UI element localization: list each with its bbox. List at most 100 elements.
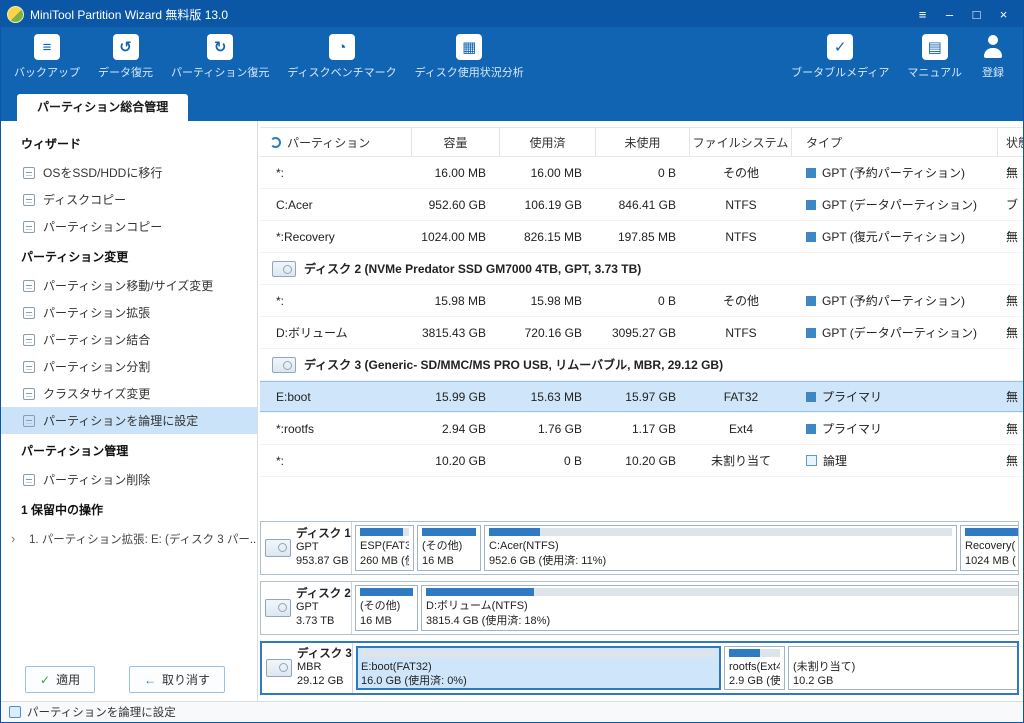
partition-block-label: (未割り当て): [793, 660, 1017, 674]
cell: 10.20 GB: [596, 445, 690, 476]
cell: Ext4: [690, 413, 792, 444]
cell-status: 無: [998, 445, 1023, 476]
refresh-icon[interactable]: [270, 137, 281, 148]
disk-info[interactable]: ディスク 3MBR29.12 GB: [262, 643, 353, 693]
cell: 15.98 MB: [412, 285, 500, 316]
partition-block[interactable]: Recovery(1024 MB (: [960, 525, 1018, 571]
toolbar-item-partition-recovery[interactable]: ↻パーティション復元: [162, 34, 278, 80]
partition-type-label: GPT (予約パーティション): [822, 164, 965, 181]
partition-block[interactable]: C:Acer(NTFS)952.6 GB (使用済: 11%): [484, 525, 957, 571]
cell-status: 無: [998, 285, 1023, 316]
toolbar-item-bootable-media[interactable]: ✓ブータブルメディア: [782, 34, 898, 80]
sidebar-item[interactable]: パーティション分割: [1, 353, 257, 380]
disk-info[interactable]: ディスク 2GPT3.73 TB: [261, 582, 352, 634]
partition-type-label: GPT (復元パーティション): [822, 228, 965, 245]
minimize-button[interactable]: –: [936, 3, 963, 25]
disk-strip[interactable]: ディスク 3MBR29.12 GBE:boot(FAT32)16.0 GB (使…: [260, 641, 1019, 695]
toolbar-right-group: ✓ブータブルメディア▤マニュアル登録: [782, 34, 1015, 80]
partition-row[interactable]: *:15.98 MB15.98 MB0 Bその他GPT (予約パーティション)無: [260, 285, 1023, 317]
partition-type-square: [806, 455, 817, 466]
column-header[interactable]: パーティション: [260, 128, 412, 156]
cell-status: 無: [998, 381, 1023, 412]
cell: *:Recovery: [260, 221, 412, 252]
disk-info[interactable]: ディスク 1GPT953.87 GB: [261, 522, 352, 574]
cell: NTFS: [690, 317, 792, 348]
partition-block[interactable]: (その他)16 MB: [355, 585, 418, 631]
partition-type-label: プライマリ: [822, 420, 882, 437]
disk-header-row[interactable]: ディスク 2 (NVMe Predator SSD GM7000 4TB, GP…: [260, 253, 1023, 285]
partition-row[interactable]: *:10.20 GB0 B10.20 GB未割り当て論理無: [260, 445, 1023, 477]
sidebar-item[interactable]: クラスタサイズ変更: [1, 380, 257, 407]
disk-icon: [266, 659, 292, 677]
chevron-right-icon[interactable]: ›: [11, 531, 21, 546]
menu-icon[interactable]: ≡: [909, 3, 936, 25]
partition-row[interactable]: *:16.00 MB16.00 MB0 Bその他GPT (予約パーティション)無: [260, 157, 1023, 189]
disk-strip[interactable]: ディスク 1GPT953.87 GBESP(FAT32260 MB (使(その他…: [260, 521, 1019, 575]
cell: 197.85 MB: [596, 221, 690, 252]
column-header[interactable]: タイプ: [792, 128, 998, 156]
toolbar-item-space-analyzer[interactable]: ▦ディスク使用状況分析: [406, 34, 533, 80]
disk-strip[interactable]: ディスク 2GPT3.73 TB(その他)16 MBD:ボリューム(NTFS)3…: [260, 581, 1019, 635]
sidebar-item[interactable]: ›1. パーティション拡張: E: (ディスク 3 パー...: [1, 525, 257, 552]
sidebar-item[interactable]: パーティション移動/サイズ変更: [1, 272, 257, 299]
cell-status: ブ: [998, 189, 1023, 220]
usage-bar: [360, 528, 409, 536]
cell: 1.17 GB: [596, 413, 690, 444]
partition-row[interactable]: E:boot15.99 GB15.63 MB15.97 GBFAT32プライマリ…: [260, 381, 1023, 413]
sidebar-item[interactable]: ディスクコピー: [1, 186, 257, 213]
status-text: パーティションを論理に設定: [27, 704, 176, 720]
column-header-label: パーティション: [287, 134, 370, 151]
sidebar-item[interactable]: OSをSSD/HDDに移行: [1, 159, 257, 186]
partition-block-label: D:ボリューム(NTFS): [426, 599, 1018, 614]
column-header[interactable]: ファイルシステム: [690, 128, 792, 156]
column-header[interactable]: 使用済: [500, 128, 596, 156]
disk-header-row[interactable]: ディスク 3 (Generic- SD/MMC/MS PRO USB, リムーバ…: [260, 349, 1023, 381]
partition-block-label: ESP(FAT32: [360, 539, 409, 554]
partition-block[interactable]: D:ボリューム(NTFS)3815.4 GB (使用済: 18%): [421, 585, 1018, 631]
cell: *:: [260, 157, 412, 188]
disk-size: 953.87 GB: [296, 555, 351, 569]
sidebar-item[interactable]: パーティション拡張: [1, 299, 257, 326]
partition-row[interactable]: D:ボリューム3815.43 GB720.16 GB3095.27 GBNTFS…: [260, 317, 1023, 349]
partition-row[interactable]: *:Recovery1024.00 MB826.15 MB197.85 MBNT…: [260, 221, 1023, 253]
cell: 3815.43 GB: [412, 317, 500, 348]
column-header[interactable]: 状態: [998, 128, 1023, 156]
toolbar-item-disk-benchmark[interactable]: ◔ディスクベンチマーク: [278, 34, 405, 80]
toolbar-item-data-recovery[interactable]: ↺データ復元: [89, 34, 162, 80]
status-bar: パーティションを論理に設定: [1, 701, 1023, 722]
partition-row[interactable]: *:rootfs2.94 GB1.76 GB1.17 GBExt4プライマリ無: [260, 413, 1023, 445]
partition-block[interactable]: (未割り当て)10.2 GB: [788, 646, 1017, 690]
undo-button[interactable]: ← 取り消す: [129, 666, 225, 693]
sidebar-section-header: パーティション管理: [1, 434, 257, 466]
partition-row[interactable]: C:Acer952.60 GB106.19 GB846.41 GBNTFSGPT…: [260, 189, 1023, 221]
titlebar: MiniTool Partition Wizard 無料版 13.0 ≡ – □…: [1, 1, 1023, 27]
partition-block[interactable]: ESP(FAT32260 MB (使: [355, 525, 414, 571]
apply-button[interactable]: ✓ 適用: [25, 666, 95, 693]
usage-bar: [965, 528, 1018, 536]
sidebar-item[interactable]: パーティション削除: [1, 466, 257, 493]
cell: 15.98 MB: [500, 285, 596, 316]
sidebar-item-label: パーティションコピー: [43, 218, 162, 235]
cell: 0 B: [596, 157, 690, 188]
maximize-button[interactable]: □: [963, 3, 990, 25]
toolbar-item-label: 登録: [982, 64, 1004, 80]
partition-block[interactable]: E:boot(FAT32)16.0 GB (使用済: 0%): [356, 646, 721, 690]
sidebar-item[interactable]: パーティションを論理に設定: [1, 407, 257, 434]
tab-partition-management[interactable]: パーティション総合管理: [17, 94, 188, 121]
close-button[interactable]: ×: [990, 3, 1017, 25]
partition-type-label: GPT (データパーティション): [822, 196, 977, 213]
column-header[interactable]: 容量: [412, 128, 500, 156]
sidebar-item[interactable]: パーティションコピー: [1, 213, 257, 240]
cell-type: GPT (復元パーティション): [792, 221, 998, 252]
column-header-label: ファイルシステム: [693, 134, 789, 151]
backup-icon: ≡: [34, 34, 60, 60]
partition-block[interactable]: (その他)16 MB: [417, 525, 481, 571]
toolbar-item-register[interactable]: 登録: [971, 34, 1015, 80]
toolbar-item-backup[interactable]: ≡バックアップ: [5, 34, 89, 80]
column-header[interactable]: 未使用: [596, 128, 690, 156]
toolbar-item-manual[interactable]: ▤マニュアル: [898, 34, 971, 80]
partition-block-label: (その他): [360, 599, 413, 614]
sidebar-item[interactable]: パーティション結合: [1, 326, 257, 353]
partition-block[interactable]: rootfs(Ext42.9 GB (使: [724, 646, 785, 690]
sidebar-item-label: OSをSSD/HDDに移行: [43, 164, 162, 181]
